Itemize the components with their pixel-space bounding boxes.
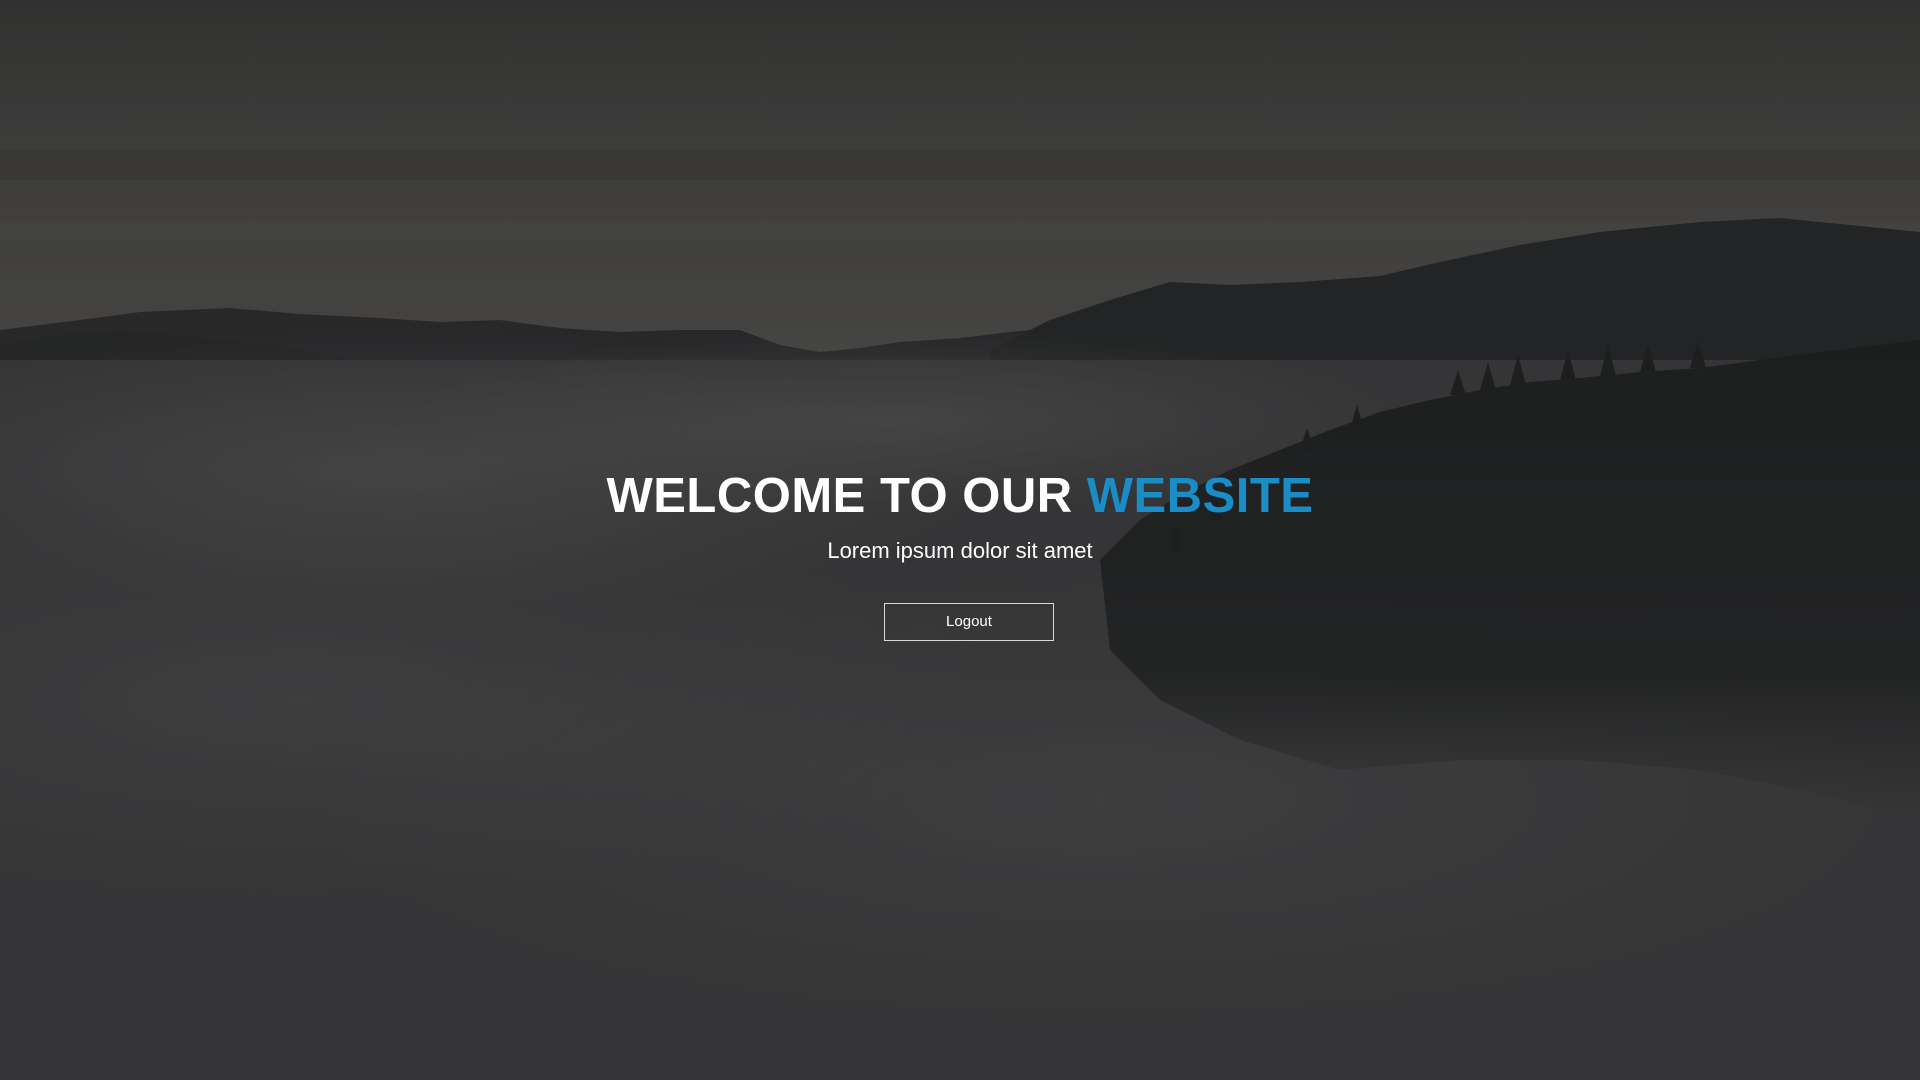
logout-button[interactable]: Logout: [884, 603, 1054, 641]
hero-title-accent: WEBSITE: [1086, 469, 1314, 523]
hero-subtitle: Lorem ipsum dolor sit amet: [827, 538, 1093, 563]
hero-section: WELCOME TO OUR WEBSITE Lorem ipsum dolor…: [0, 0, 1920, 1080]
hero-title: WELCOME TO OUR WEBSITE: [0, 466, 1920, 526]
hero-title-main: WELCOME TO OUR: [606, 469, 1087, 523]
